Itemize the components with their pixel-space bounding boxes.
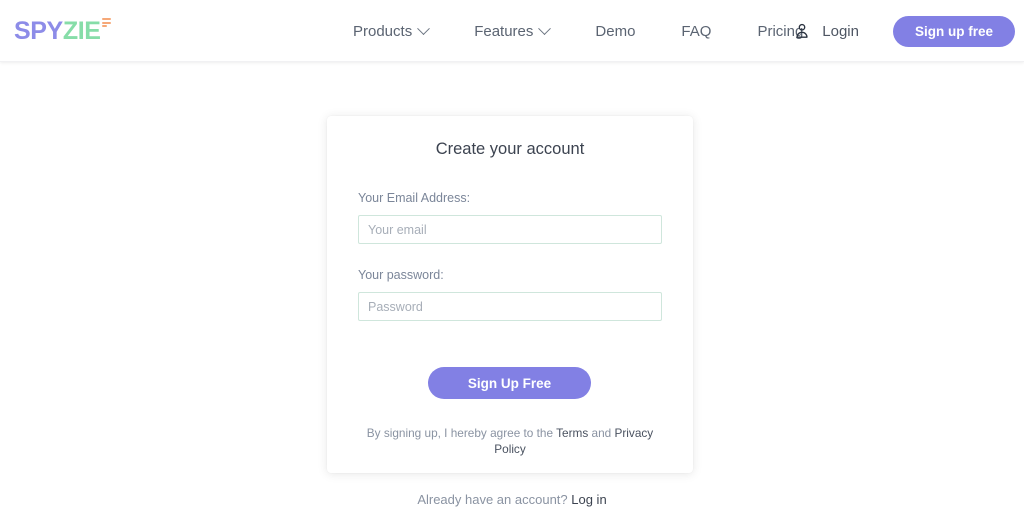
password-field-label: Your password:: [358, 268, 444, 282]
existing-account-text: Already have an account?: [417, 492, 572, 507]
nav-item-demo[interactable]: Demo: [572, 23, 658, 40]
site-header: SPYZIE Products Features Demo FAQ Pricin…: [0, 0, 1024, 62]
chevron-down-icon: [417, 21, 431, 35]
existing-account-prompt: Already have an account? Log in: [0, 492, 1024, 507]
signup-card: Create your account Your Email Address: …: [327, 116, 693, 473]
brand-logo-spy: SPY: [14, 17, 63, 45]
password-input[interactable]: [358, 292, 662, 321]
nav-item-demo-label: Demo: [595, 22, 636, 40]
nav-item-products[interactable]: Products: [330, 21, 451, 40]
header-auth-area: Login Sign up free: [793, 0, 1015, 62]
brand-logo-zie: ZIE: [62, 17, 101, 45]
terms-prefix: By signing up, I hereby agree to the: [366, 426, 557, 440]
email-field-label: Your Email Address:: [358, 191, 471, 205]
trademark-bars-icon: [101, 18, 111, 28]
nav-item-faq[interactable]: FAQ: [658, 23, 734, 40]
signup-page: SPYZIE Products Features Demo FAQ Pricin…: [0, 0, 1024, 531]
brand-logo[interactable]: SPYZIE: [14, 17, 111, 45]
nav-item-features[interactable]: Features: [451, 21, 572, 40]
nav-item-faq-label: FAQ: [681, 22, 712, 40]
main-nav: Products Features Demo FAQ Pricing: [330, 0, 826, 62]
terms-middle: and: [588, 426, 615, 440]
terms-agreement-text: By signing up, I hereby agree to the Ter…: [360, 425, 660, 457]
terms-link[interactable]: Terms: [556, 426, 588, 440]
nav-item-products-label: Products: [353, 22, 413, 40]
sign-up-free-submit-button[interactable]: Sign Up Free: [428, 367, 591, 399]
email-input[interactable]: [358, 215, 662, 244]
password-field-group: Your password:: [358, 268, 662, 321]
chevron-down-icon: [538, 21, 552, 35]
nav-item-features-label: Features: [474, 22, 534, 40]
email-field-group: Your Email Address:: [358, 191, 662, 244]
login-link[interactable]: Login: [822, 23, 859, 40]
user-icon: [796, 23, 808, 38]
card-title: Create your account: [435, 140, 585, 158]
log-in-link[interactable]: Log in: [571, 492, 606, 507]
signup-free-button[interactable]: Sign up free: [892, 15, 1015, 47]
